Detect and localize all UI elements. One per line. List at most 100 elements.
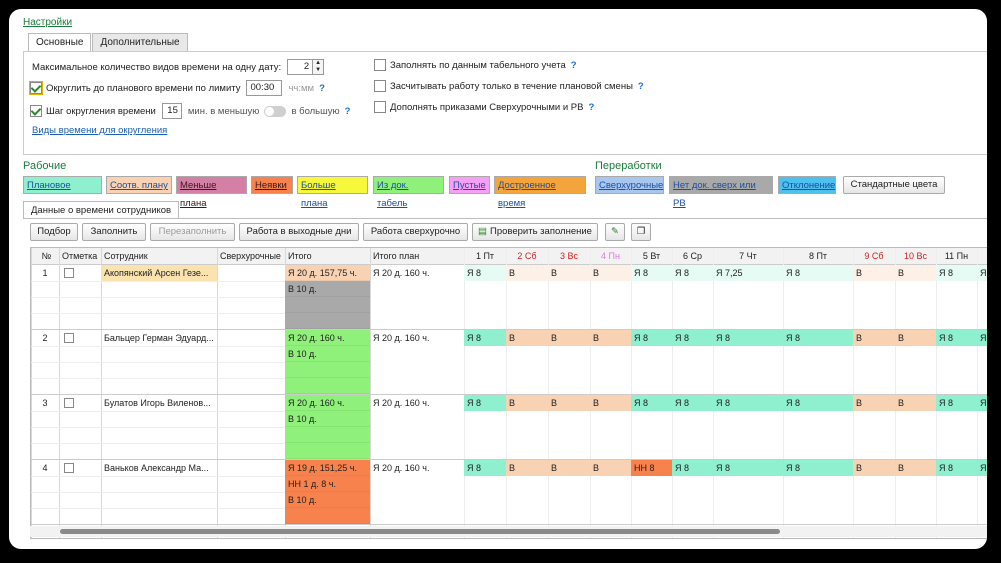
day-cell[interactable]: Я 8	[672, 330, 713, 346]
round-step-input[interactable]: 15	[161, 103, 182, 119]
day-cell[interactable]: В	[548, 395, 590, 411]
legend-item[interactable]: Сверхурочные	[595, 176, 664, 194]
day-cell[interactable]: Я 8	[936, 460, 977, 476]
total-cell[interactable]	[285, 297, 370, 313]
tab-employee-time[interactable]: Данные о времени сотрудников	[23, 201, 180, 219]
settings-link[interactable]: Настройки	[23, 17, 72, 28]
legend-item[interactable]: Из док. табель	[373, 176, 444, 209]
scrollbar-thumb[interactable]	[60, 529, 780, 534]
day-cell[interactable]: Я 8	[936, 330, 977, 346]
day-cell[interactable]: Я 8	[672, 395, 713, 411]
day-cell[interactable]: В	[895, 395, 936, 411]
employee-name[interactable]: Булатов Игорь Виленов...	[101, 395, 217, 411]
legend-item[interactable]: Меньше плана	[176, 176, 247, 209]
plan-cell[interactable]: Я 20 д. 160 ч.	[370, 330, 464, 346]
day-cell[interactable]: Я 8	[631, 395, 672, 411]
day-header[interactable]: 11 Пн	[936, 248, 977, 265]
day-cell[interactable]: Я 8	[464, 330, 506, 346]
edit-button[interactable]: ✎	[605, 223, 625, 241]
day-header[interactable]: 6 Ср	[672, 248, 713, 265]
round-types-link[interactable]: Виды времени для округления	[32, 125, 167, 136]
day-cell[interactable]: Я 8	[936, 395, 977, 411]
plan-cell[interactable]: Я 20 д. 160 ч.	[370, 265, 464, 281]
day-header[interactable]: 3 Вс	[548, 248, 590, 265]
total-cell[interactable]	[285, 378, 370, 394]
overtime-work-button[interactable]: Работа сверхурочно	[363, 223, 468, 241]
help-icon[interactable]: ?	[571, 60, 577, 71]
total-cell[interactable]	[285, 427, 370, 443]
column-header-employee[interactable]: Сотрудник	[101, 248, 217, 265]
help-icon[interactable]: ?	[345, 106, 351, 117]
fill-button[interactable]: Заполнить	[82, 223, 146, 241]
day-cell[interactable]: Я 8	[631, 330, 672, 346]
day-cell[interactable]: Я 8	[713, 395, 783, 411]
day-cell[interactable]: В	[506, 395, 548, 411]
day-header[interactable]: 5 Вт	[631, 248, 672, 265]
tab-main[interactable]: Основные	[28, 33, 92, 51]
day-cell[interactable]: Я 8	[672, 265, 713, 281]
day-cell[interactable]: В	[853, 330, 895, 346]
employee-name[interactable]: Ваньков Александр Ма...	[101, 460, 217, 476]
total-cell[interactable]: В 10 д.	[285, 281, 370, 297]
copy-button[interactable]: ❐	[631, 223, 651, 241]
legend-item[interactable]: Достроенное время	[494, 176, 586, 209]
round-direction-toggle[interactable]	[264, 105, 287, 117]
refill-button[interactable]: Перезаполнить	[150, 223, 235, 241]
day-cell[interactable]: В	[506, 460, 548, 476]
day-cell[interactable]: В	[590, 265, 631, 281]
total-cell[interactable]: Я 19 д. 151,25 ч.	[285, 460, 370, 476]
day-header[interactable]: 1 Пт	[464, 248, 506, 265]
day-cell[interactable]: В	[548, 330, 590, 346]
max-types-input[interactable]: 2	[287, 59, 314, 75]
total-cell[interactable]	[285, 362, 370, 378]
total-cell[interactable]: В 10 д.	[285, 492, 370, 508]
legend-item[interactable]: Соотв. плану	[106, 176, 172, 194]
legend-item[interactable]: Нет док. сверх или РВ	[669, 176, 773, 209]
day-cell[interactable]: В	[895, 330, 936, 346]
plan-cell[interactable]: Я 20 д. 160 ч.	[370, 460, 464, 476]
standard-colors-button[interactable]: Стандартные цвета	[843, 176, 945, 194]
plan-shift-checkbox[interactable]	[374, 80, 386, 92]
fill-timesheet-checkbox[interactable]	[374, 59, 386, 71]
total-cell[interactable]	[285, 313, 370, 329]
help-icon[interactable]: ?	[319, 83, 325, 94]
column-header-mark[interactable]: Отметка	[59, 248, 101, 265]
day-cell[interactable]: Я 8	[464, 395, 506, 411]
day-header[interactable]: 8 Пт	[783, 248, 853, 265]
round-plan-checkbox[interactable]	[29, 81, 43, 95]
day-cell[interactable]: Я 8	[631, 265, 672, 281]
fill-orders-checkbox[interactable]	[374, 101, 386, 113]
day-header[interactable]: 10 Вс	[895, 248, 936, 265]
day-cell[interactable]: Я 8	[783, 460, 853, 476]
day-cell[interactable]: Я 8	[977, 460, 987, 476]
day-cell[interactable]: В	[853, 395, 895, 411]
total-cell[interactable]: В 10 д.	[285, 411, 370, 427]
column-header-plan[interactable]: Итого план	[370, 248, 464, 265]
day-cell[interactable]: В	[895, 265, 936, 281]
help-icon[interactable]: ?	[588, 102, 594, 113]
day-cell[interactable]: В	[895, 460, 936, 476]
day-cell[interactable]: Я 8	[783, 265, 853, 281]
day-cell[interactable]: В	[853, 265, 895, 281]
weekend-work-button[interactable]: Работа в выходные дни	[239, 223, 359, 241]
mark-checkbox[interactable]	[64, 333, 74, 343]
employee-name[interactable]: Бальцер Герман Эдуард...	[101, 330, 217, 346]
legend-item[interactable]: Пустые	[449, 176, 490, 194]
day-cell[interactable]: Я 8	[936, 265, 977, 281]
day-cell[interactable]: Я 8	[977, 265, 987, 281]
day-header[interactable]: 9 Сб	[853, 248, 895, 265]
check-fill-button[interactable]: ▤ Проверить заполнение	[472, 223, 598, 241]
day-cell[interactable]: НН 8	[631, 460, 672, 476]
day-cell[interactable]: Я 8	[464, 460, 506, 476]
day-header[interactable]: 2 Сб	[506, 248, 548, 265]
day-cell[interactable]: Я 8	[977, 395, 987, 411]
day-cell[interactable]: Я 8	[783, 330, 853, 346]
mark-checkbox[interactable]	[64, 268, 74, 278]
total-cell[interactable]	[285, 508, 370, 524]
total-cell[interactable]: Я 20 д. 160 ч.	[285, 330, 370, 346]
total-cell[interactable]: В 10 д.	[285, 346, 370, 362]
legend-item[interactable]: Отклонение	[778, 176, 836, 194]
column-header-overtime[interactable]: Сверхурочные	[217, 248, 285, 265]
column-header-num[interactable]: №	[31, 248, 59, 265]
day-header[interactable]: 12	[977, 248, 987, 265]
